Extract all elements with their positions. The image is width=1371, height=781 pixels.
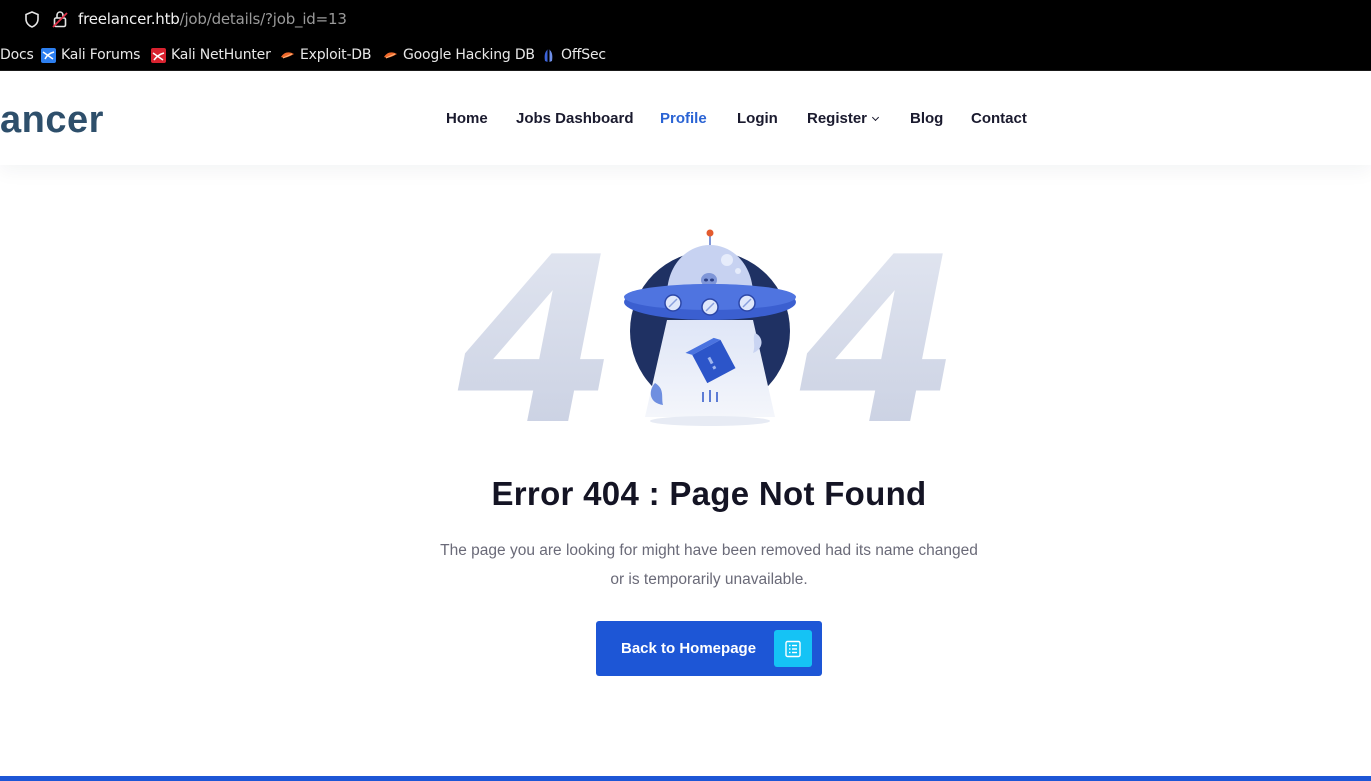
bookmark-docs[interactable]: Docs — [0, 46, 34, 64]
bookmark-kali-nethunter[interactable]: Kali NetHunter — [151, 46, 271, 64]
url-host: freelancer.htb — [78, 10, 180, 28]
kali-forums-icon — [41, 47, 56, 63]
ufo-404-illustration: 4 4 — [457, 225, 960, 435]
lock-insecure-icon[interactable] — [52, 10, 68, 28]
shield-icon[interactable] — [24, 11, 40, 28]
site-logo[interactable]: ancer — [0, 100, 104, 140]
chevron-down-icon — [871, 113, 880, 122]
bookmark-google-hacking-db[interactable]: Google Hacking DB — [383, 46, 535, 64]
list-document-icon — [774, 630, 812, 667]
nav-register[interactable]: Register — [807, 109, 880, 129]
nav-blog[interactable]: Blog — [910, 109, 943, 129]
bookmarks-toolbar: Docs Kali Forums Kali NetHunter Exploit-… — [0, 38, 1371, 71]
bookmark-offsec[interactable]: OffSec — [541, 46, 606, 64]
digit-left: 4 — [457, 225, 618, 435]
url-path: /job/details/?job_id=13 — [179, 10, 347, 28]
error-description: The page you are looking for might have … — [409, 536, 1009, 594]
offsec-icon — [544, 48, 553, 62]
nav-jobs-dashboard[interactable]: Jobs Dashboard — [516, 109, 634, 129]
back-to-homepage-button[interactable]: Back to Homepage — [596, 621, 822, 676]
error-description-line1: The page you are looking for might have … — [440, 542, 978, 559]
ghdb-icon — [384, 51, 397, 58]
nav-login[interactable]: Login — [737, 109, 778, 129]
bookmark-label: Exploit-DB — [300, 47, 372, 63]
browser-url-bar[interactable]: freelancer.htb/job/details/?job_id=13 — [0, 0, 1371, 38]
nav-home[interactable]: Home — [446, 109, 488, 129]
nav-register-label: Register — [807, 110, 868, 127]
error-title: Error 404 : Page Not Found — [491, 475, 927, 512]
bookmark-label: Google Hacking DB — [403, 47, 535, 63]
bookmark-label: OffSec — [561, 47, 606, 63]
antenna-light — [706, 229, 714, 237]
exploit-db-icon — [281, 51, 294, 58]
nav-profile[interactable]: Profile — [660, 109, 707, 129]
kali-nethunter-icon — [151, 47, 166, 63]
bookmark-label: Kali Forums — [61, 47, 141, 63]
nav-contact[interactable]: Contact — [971, 109, 1027, 129]
back-to-homepage-label: Back to Homepage — [621, 640, 757, 657]
digit-right: 4 — [799, 225, 960, 435]
footer-top-border — [0, 776, 1371, 781]
bookmark-label: Docs — [0, 47, 34, 63]
bookmark-kali-forums[interactable]: Kali Forums — [41, 46, 140, 64]
bookmark-exploit-db[interactable]: Exploit-DB — [280, 46, 371, 64]
url-text[interactable]: freelancer.htb/job/details/?job_id=13 — [78, 10, 347, 28]
error-description-line2: or is temporarily unavailable. — [610, 571, 808, 588]
bookmark-label: Kali NetHunter — [171, 47, 271, 63]
